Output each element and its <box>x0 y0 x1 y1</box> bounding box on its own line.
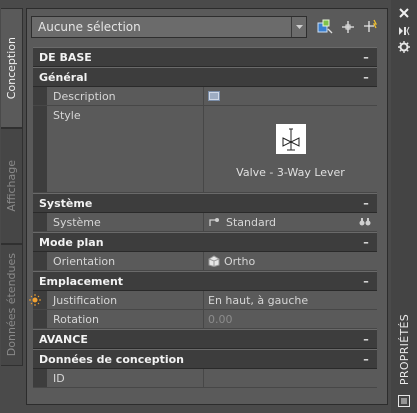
description-editor-icon[interactable] <box>208 91 220 101</box>
tab-affichage[interactable]: Affichage <box>1 128 23 244</box>
row-gutter <box>33 106 47 192</box>
section-emplacement[interactable]: Emplacement – <box>33 271 377 291</box>
systeme-value[interactable]: Standard <box>204 213 377 231</box>
section-donnees-de-conception-label: Données de conception <box>39 352 184 366</box>
section-general[interactable]: Général – <box>33 67 377 87</box>
system-icon <box>208 216 222 228</box>
chevron-down-icon <box>291 17 306 37</box>
properties-panel: Aucune sélection DE BASE – Général – Des… <box>26 8 388 405</box>
section-avance-label: AVANCE <box>39 332 88 346</box>
property-name: Système <box>47 213 204 231</box>
collapse-icon[interactable]: – <box>361 236 371 249</box>
tab-donnees-etendues-label: Données étendues <box>5 253 18 357</box>
collapse-icon[interactable]: – <box>361 71 371 84</box>
tab-conception[interactable]: Conception <box>1 8 23 128</box>
id-value[interactable] <box>204 369 377 387</box>
property-name: Description <box>47 87 204 105</box>
property-name: Rotation <box>47 310 204 328</box>
property-row-id[interactable]: ID <box>33 369 377 388</box>
tab-conception-label: Conception <box>5 36 18 100</box>
section-donnees-de-conception[interactable]: Données de conception – <box>33 349 377 369</box>
binoculars-icon[interactable] <box>359 217 371 227</box>
section-avance[interactable]: AVANCE – <box>33 329 377 349</box>
description-value[interactable] <box>204 87 377 105</box>
toggle-pickadd-icon[interactable] <box>362 18 380 36</box>
style-name: Valve - 3-Way Lever <box>236 165 345 179</box>
collapse-icon[interactable]: – <box>361 197 371 210</box>
property-row-systeme[interactable]: Système Standard <box>33 213 377 232</box>
sun-marker-icon <box>29 294 41 306</box>
row-gutter <box>33 369 47 387</box>
property-name: Style <box>47 106 204 192</box>
rotation-value[interactable]: 0.00 <box>204 310 377 328</box>
section-mode-plan-label: Mode plan <box>39 235 104 249</box>
cube-icon <box>208 255 220 267</box>
autohide-icon[interactable] <box>396 24 412 38</box>
tab-donnees-etendues[interactable]: Données étendues <box>1 244 23 366</box>
property-name: Orientation <box>47 252 204 270</box>
section-systeme[interactable]: Système – <box>33 193 377 213</box>
collapse-icon[interactable]: – <box>361 275 371 288</box>
valve-3way-lever-icon <box>275 123 306 154</box>
selection-dropdown[interactable]: Aucune sélection <box>31 16 307 38</box>
collapse-icon[interactable]: – <box>361 51 371 64</box>
toolbar: Aucune sélection <box>31 16 383 40</box>
collapse-icon[interactable]: – <box>361 353 371 366</box>
orientation-value[interactable]: Ortho <box>204 252 377 270</box>
selection-value: Aucune sélection <box>38 20 141 34</box>
property-row-description[interactable]: Description <box>33 87 377 106</box>
property-row-style[interactable]: Style Valve - 3-Way Lever <box>33 106 377 193</box>
property-grid: DE BASE – Général – Description Style Va… <box>29 47 377 388</box>
row-gutter <box>33 213 47 231</box>
property-name: Justification <box>47 291 204 309</box>
property-row-orientation[interactable]: Orientation Ortho <box>33 252 377 271</box>
section-de-base[interactable]: DE BASE – <box>33 47 377 67</box>
properties-palette: Conception Affichage Données étendues Au… <box>0 0 417 413</box>
tab-affichage-label: Affichage <box>5 160 18 212</box>
palette-icon[interactable] <box>396 394 412 408</box>
property-name: ID <box>47 369 204 387</box>
section-mode-plan[interactable]: Mode plan – <box>33 232 377 252</box>
select-objects-icon[interactable] <box>339 18 357 36</box>
style-value[interactable]: Valve - 3-Way Lever <box>204 106 377 192</box>
property-row-justification[interactable]: Justification En haut, à gauche <box>29 291 377 310</box>
section-systeme-label: Système <box>39 196 93 210</box>
palette-title: PROPRIÉTÉS <box>393 300 415 400</box>
orientation-text: Ortho <box>224 254 256 268</box>
section-emplacement-label: Emplacement <box>39 274 124 288</box>
palette-options-icon[interactable] <box>396 40 412 54</box>
systeme-text: Standard <box>226 215 277 229</box>
close-icon[interactable] <box>396 6 412 20</box>
quick-select-icon[interactable] <box>316 18 334 36</box>
row-gutter <box>33 310 47 328</box>
row-gutter <box>33 252 47 270</box>
collapse-icon[interactable]: – <box>361 333 371 346</box>
row-gutter <box>29 291 47 309</box>
palette-title-text: PROPRIÉTÉS <box>397 314 411 386</box>
property-row-rotation[interactable]: Rotation 0.00 <box>33 310 377 329</box>
section-general-label: Général <box>39 70 88 84</box>
justification-value[interactable]: En haut, à gauche <box>204 291 377 309</box>
row-gutter <box>33 87 47 105</box>
section-de-base-label: DE BASE <box>39 50 92 64</box>
